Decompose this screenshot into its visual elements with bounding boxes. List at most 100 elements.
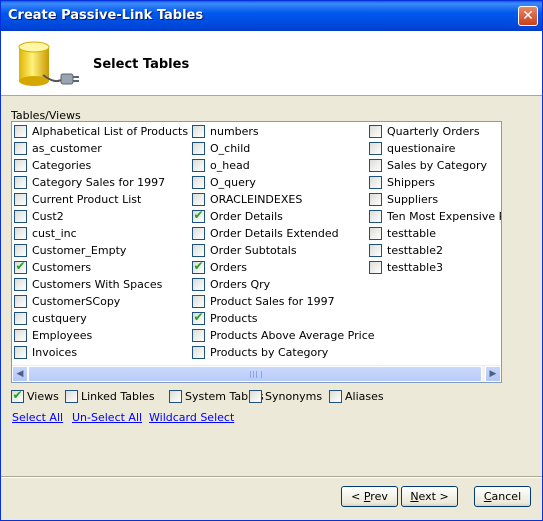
scroll-left-button[interactable]: ◀: [12, 366, 28, 382]
checkbox[interactable]: ✔: [369, 244, 382, 257]
checkbox[interactable]: ✔: [192, 259, 205, 274]
checkbox[interactable]: ✔: [14, 346, 27, 359]
checkbox[interactable]: ✔: [14, 210, 27, 223]
table-name: cust_inc: [32, 227, 77, 240]
table-name: O_child: [210, 142, 251, 155]
next-button[interactable]: Next >: [401, 486, 458, 507]
checkbox[interactable]: ✔: [192, 346, 205, 359]
checkbox[interactable]: ✔: [369, 261, 382, 274]
checkbox[interactable]: ✔: [192, 278, 205, 291]
footer-divider: [1, 476, 542, 478]
checkbox[interactable]: ✔: [14, 244, 27, 257]
checkbox[interactable]: ✔: [192, 227, 205, 240]
wizard-header: Select Tables: [1, 31, 542, 96]
table-name: o_head: [210, 159, 250, 172]
checkbox[interactable]: ✔: [192, 244, 205, 257]
table-name: Categories: [32, 159, 92, 172]
checkbox[interactable]: ✔: [192, 193, 205, 206]
table-name: numbers: [210, 125, 259, 138]
checkbox[interactable]: ✔: [192, 142, 205, 155]
table-name: Shippers: [387, 176, 435, 189]
checkbox[interactable]: ✔: [14, 159, 27, 172]
scroll-right-button[interactable]: ▶: [485, 366, 501, 382]
table-name: testtable3: [387, 261, 443, 274]
prev-button[interactable]: < Prev: [341, 486, 398, 507]
checkbox[interactable]: ✔: [369, 176, 382, 189]
table-name: Category Sales for 1997: [32, 176, 166, 189]
checkbox[interactable]: ✔: [192, 310, 205, 325]
table-name: Products Above Average Price: [210, 329, 375, 342]
arrow-left-icon: ◀: [16, 369, 24, 379]
table-name: Invoices: [32, 346, 78, 359]
checkbox[interactable]: ✔: [14, 176, 27, 189]
table-name: Product Sales for 1997: [210, 295, 335, 308]
table-name: Employees: [32, 329, 93, 342]
checkbox[interactable]: ✔: [369, 210, 382, 223]
filter-options: ✔Views ✔Linked Tables ✔System Tables ✔Sy…: [11, 388, 511, 405]
checkbox[interactable]: ✔: [329, 390, 342, 403]
prev-arrow: <: [351, 490, 364, 503]
database-plug-icon: [18, 41, 79, 86]
table-name: Cust2: [32, 210, 64, 223]
dialog-window: Create Passive-Link Tables ✕ Select Tabl…: [0, 0, 543, 521]
checkbox[interactable]: ✔: [14, 295, 27, 308]
checkbox[interactable]: ✔: [192, 208, 205, 223]
scroll-thumb[interactable]: [28, 366, 482, 382]
table-name: testtable: [387, 227, 436, 240]
filter-label: Aliases: [345, 390, 384, 403]
table-name: as_customer: [32, 142, 102, 155]
table-name: Orders: [210, 261, 247, 274]
cancel-label: ancel: [491, 490, 522, 503]
filter-label: Views: [27, 390, 59, 403]
next-mnemonic: N: [410, 490, 419, 503]
checkbox[interactable]: ✔: [369, 125, 382, 138]
checkbox[interactable]: ✔: [369, 142, 382, 155]
table-name: Alphabetical List of Products: [32, 125, 189, 138]
checkbox[interactable]: ✔: [14, 125, 27, 138]
checkbox[interactable]: ✔: [169, 390, 182, 403]
table-name: Orders Qry: [210, 278, 271, 291]
prev-label: rev: [370, 490, 388, 503]
checkbox[interactable]: ✔: [14, 142, 27, 155]
checkbox[interactable]: ✔: [192, 125, 205, 138]
checkbox[interactable]: ✔: [192, 176, 205, 189]
cancel-button[interactable]: Cancel: [474, 486, 531, 507]
checkbox[interactable]: ✔: [249, 390, 262, 403]
table-name: Order Details: [210, 210, 283, 223]
wildcard-select-link[interactable]: Wildcard Select: [149, 411, 234, 424]
table-name: Products: [210, 312, 258, 325]
select-all-link[interactable]: Select All: [12, 411, 63, 424]
table-name: Suppliers: [387, 193, 439, 206]
grip-icon: [250, 371, 262, 378]
checkbox[interactable]: ✔: [11, 388, 24, 403]
tables-list[interactable]: ✔Alphabetical List of Products ✔as_custo…: [11, 121, 502, 383]
check-icon: ✔: [12, 388, 23, 402]
table-name: Customers: [32, 261, 92, 274]
table-name: questionaire: [387, 142, 456, 155]
cancel-mnemonic: C: [483, 490, 492, 503]
table-name: Order Subtotals: [210, 244, 297, 257]
checkbox[interactable]: ✔: [14, 227, 27, 240]
checkbox[interactable]: ✔: [14, 193, 27, 206]
checkbox[interactable]: ✔: [369, 159, 382, 172]
check-icon: ✔: [193, 310, 204, 324]
checkbox[interactable]: ✔: [192, 329, 205, 342]
horizontal-scrollbar[interactable]: ◀ ▶: [12, 365, 501, 382]
table-name: Ten Most Expensive Products: [387, 210, 501, 223]
checkbox[interactable]: ✔: [369, 227, 382, 240]
table-name: Customers With Spaces: [32, 278, 163, 291]
checkbox[interactable]: ✔: [369, 193, 382, 206]
checkbox[interactable]: ✔: [14, 329, 27, 342]
unselect-all-link[interactable]: Un-Select All: [72, 411, 142, 424]
table-name: O_query: [210, 176, 256, 189]
checkbox[interactable]: ✔: [14, 259, 27, 274]
checkbox[interactable]: ✔: [14, 278, 27, 291]
window-title: Create Passive-Link Tables: [8, 8, 204, 23]
checkbox[interactable]: ✔: [192, 295, 205, 308]
check-icon: ✔: [15, 259, 26, 273]
checkbox[interactable]: ✔: [14, 312, 27, 325]
close-button[interactable]: ✕: [518, 6, 538, 26]
checkbox[interactable]: ✔: [192, 159, 205, 172]
title-bar: Create Passive-Link Tables ✕: [1, 1, 542, 31]
checkbox[interactable]: ✔: [65, 390, 78, 403]
